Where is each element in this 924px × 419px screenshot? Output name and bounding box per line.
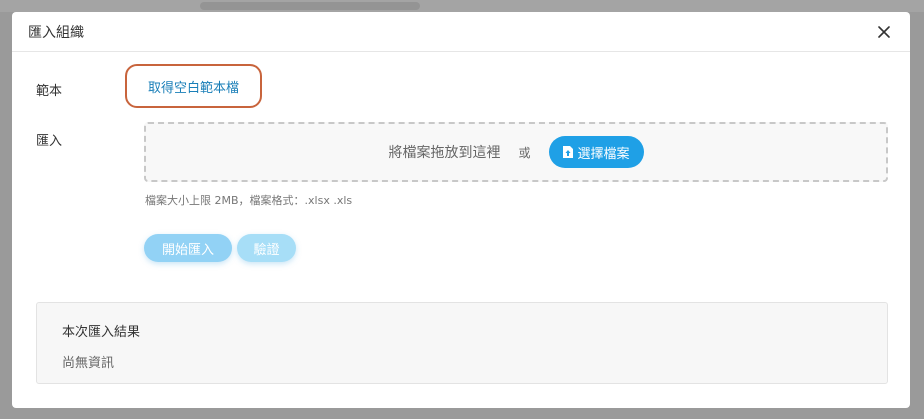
dialog-header: 匯入組織 bbox=[12, 12, 910, 52]
close-icon bbox=[878, 25, 890, 38]
import-label: 匯入 bbox=[36, 134, 63, 149]
backdrop-header bbox=[0, 0, 924, 12]
dialog-title: 匯入組織 bbox=[28, 24, 84, 41]
choose-file-label: 選擇檔案 bbox=[577, 145, 630, 161]
close-button[interactable] bbox=[874, 22, 894, 42]
result-empty-text: 尚無資訊 bbox=[62, 356, 115, 371]
result-title: 本次匯入結果 bbox=[62, 325, 141, 340]
file-limit-hint: 檔案大小上限 2MB，檔案格式：.xlsx .xls bbox=[145, 194, 353, 207]
validate-button[interactable]: 驗證 bbox=[237, 234, 296, 262]
template-link-highlight: 取得空白範本檔 bbox=[125, 64, 262, 108]
template-label: 範本 bbox=[36, 84, 63, 99]
drop-text: 將檔案拖放到這裡 bbox=[388, 145, 501, 161]
choose-file-button[interactable]: 選擇檔案 bbox=[548, 136, 644, 168]
download-template-link[interactable]: 取得空白範本檔 bbox=[148, 77, 239, 96]
or-text: 或 bbox=[518, 145, 531, 160]
start-import-button[interactable]: 開始匯入 bbox=[144, 234, 232, 262]
import-org-dialog: 匯入組織 範本 取得空白範本檔 匯入 將檔案拖放到這裡 或 選擇檔案 檔案大小上… bbox=[12, 12, 910, 408]
backdrop-content bbox=[200, 2, 420, 10]
file-upload-icon bbox=[562, 146, 573, 158]
file-dropzone[interactable]: 將檔案拖放到這裡 或 選擇檔案 bbox=[144, 122, 888, 182]
import-result-panel: 本次匯入結果 尚無資訊 bbox=[36, 302, 888, 384]
